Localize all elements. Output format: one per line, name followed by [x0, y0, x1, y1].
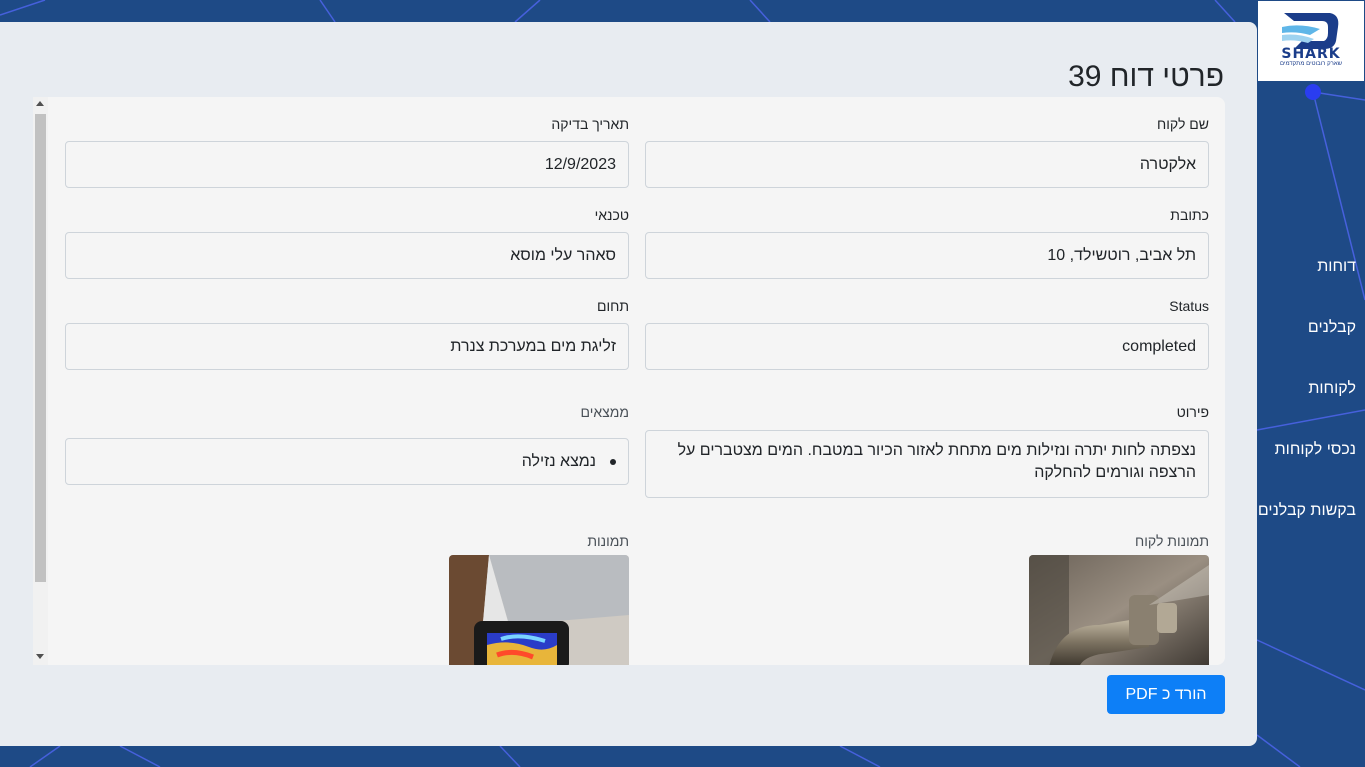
details-textarea[interactable]: נצפתה לחות יתרה ונזילות מים מתחת לאזור ה… — [645, 430, 1209, 498]
report-details-scroll-area[interactable]: שם לקוח אלקטרה תאריך בדיקה 12/9/2023 כתו… — [33, 97, 1225, 665]
vertical-scrollbar[interactable] — [33, 97, 48, 665]
customer-photo-thumbnail[interactable] — [1029, 555, 1209, 665]
field-category-label: תחום — [596, 298, 629, 314]
photos-label: תמונות — [587, 533, 629, 549]
inspection-photo-thumbnail[interactable] — [449, 555, 629, 665]
scroll-down-icon[interactable] — [36, 654, 44, 659]
status-field[interactable]: completed — [645, 323, 1209, 370]
findings-label: ממצאים — [580, 404, 629, 420]
technician-field[interactable]: סאהר עלי מוסא — [65, 232, 629, 279]
customer-photos-label: תמונות לקוח — [1135, 533, 1209, 549]
technician-label: טכנאי — [594, 207, 629, 223]
sidebar: SHARK שארק רובוטים מתקדמים דוחות קבלנים … — [1257, 0, 1365, 767]
findings-list[interactable]: נמצא נזילה — [65, 438, 629, 485]
address-label: כתובת — [1170, 207, 1209, 223]
nav-item-customer-assets[interactable]: נכסי לקוחות — [1275, 441, 1356, 459]
address-field[interactable]: תל אביב, רוטשילד, 10 — [645, 232, 1209, 279]
scrollbar-thumb[interactable] — [35, 114, 46, 582]
bullet-icon — [610, 458, 616, 465]
status-label: Status — [1169, 298, 1209, 314]
field-category-field[interactable]: זליגת מים במערכת צנרת — [65, 323, 629, 370]
customer-name-field[interactable]: אלקטרה — [645, 141, 1209, 188]
report-panel: פרטי דוח 39 שם לקוח אלקטרה תאריך בדיקה 1… — [0, 22, 1257, 746]
inspection-date-field[interactable]: 12/9/2023 — [65, 141, 629, 188]
nav-item-reports[interactable]: דוחות — [1317, 258, 1356, 276]
details-label: פירוט — [1176, 404, 1209, 420]
scroll-up-icon[interactable] — [36, 101, 44, 106]
page-title: פרטי דוח 39 — [1068, 60, 1224, 93]
nav-item-contractors[interactable]: קבלנים — [1308, 319, 1356, 337]
leaking-pipe-image — [1029, 555, 1209, 665]
nav-item-customers[interactable]: לקוחות — [1308, 380, 1356, 398]
download-pdf-button[interactable]: הורד כ PDF — [1107, 675, 1225, 714]
inspection-date-label: תאריך בדיקה — [551, 116, 629, 132]
customer-name-label: שם לקוח — [1157, 116, 1209, 132]
findings-item: נמצא נזילה — [521, 452, 596, 470]
thermal-camera-image — [449, 555, 629, 665]
sidebar-nav: דוחות קבלנים לקוחות נכסי לקוחות בקשות קב… — [1248, 0, 1356, 767]
nav-item-contractor-requests[interactable]: בקשות קבלנים — [1258, 502, 1356, 520]
